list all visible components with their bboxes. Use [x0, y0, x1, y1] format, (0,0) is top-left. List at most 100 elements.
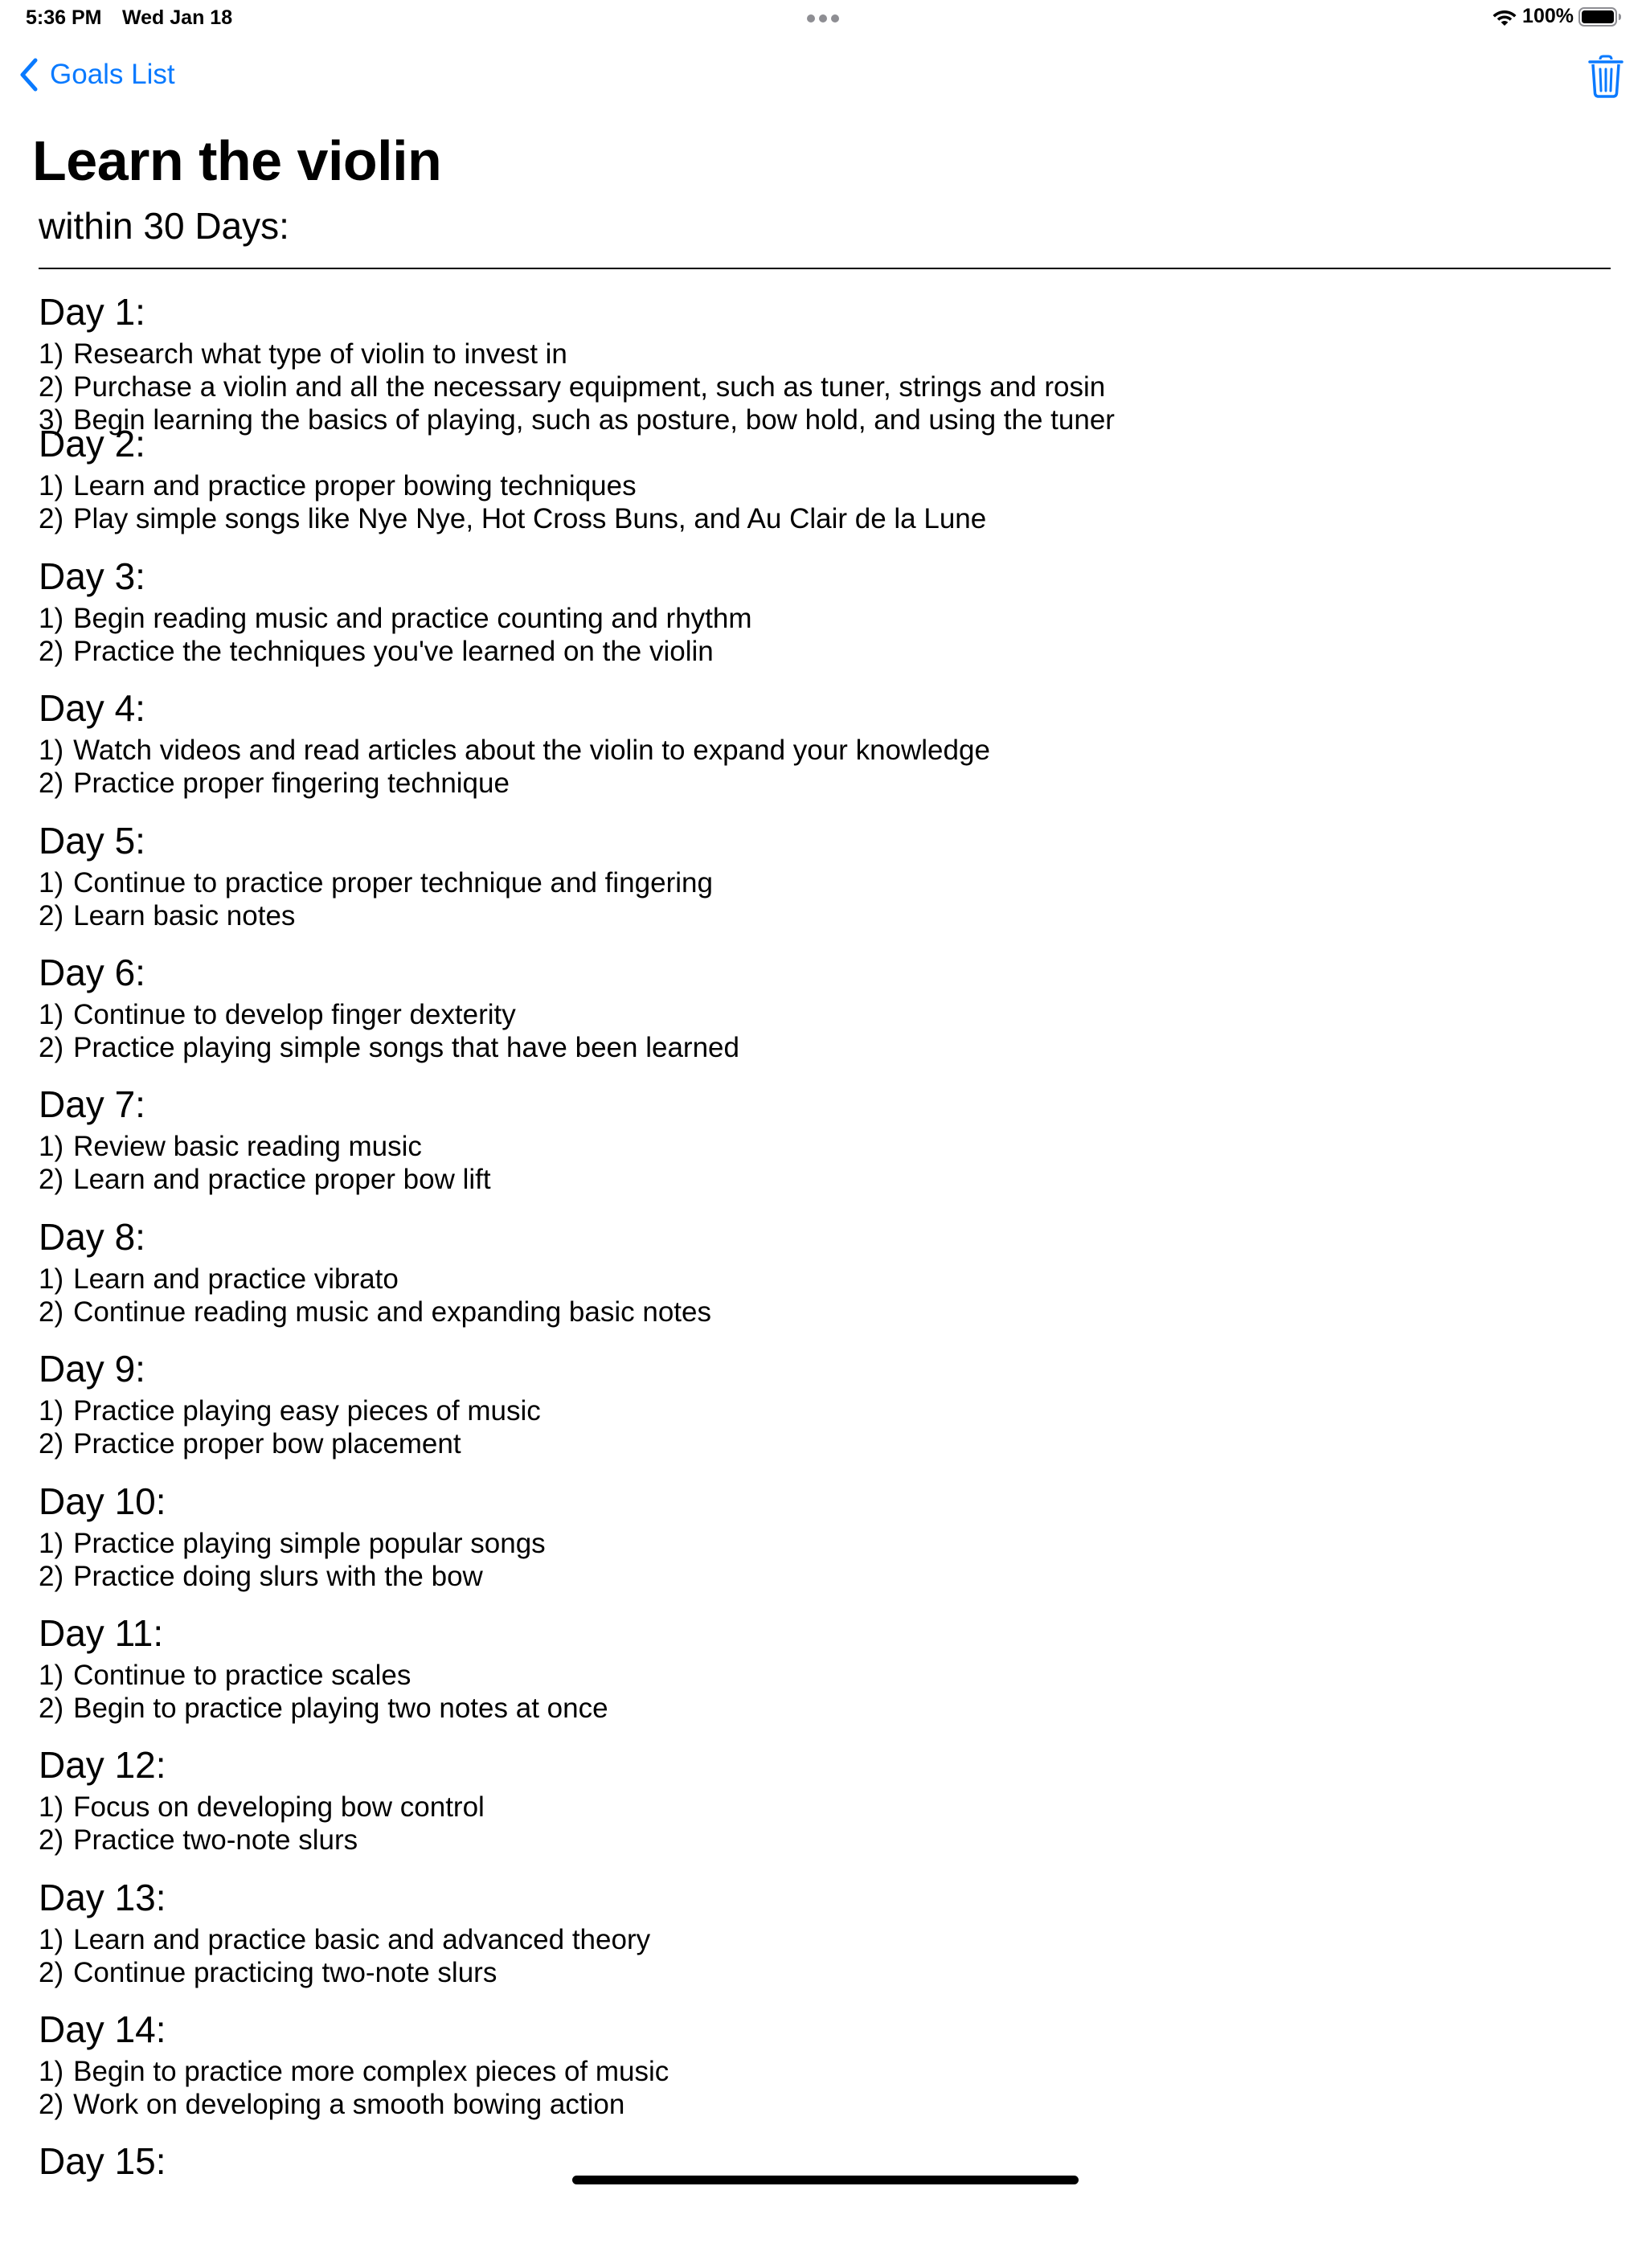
task-item: 1) Research what type of violin to invest… [39, 338, 1606, 370]
task-number: 1) [39, 1395, 64, 1427]
goal-timeframe: within 30 Days: [39, 205, 289, 247]
day-block: Day 3: 1) Begin reading music and practic… [39, 551, 1606, 682]
task-number: 2) [39, 635, 64, 667]
task-number: 1) [39, 1791, 64, 1824]
home-indicator[interactable] [572, 2176, 1079, 2184]
task-item: 2) Practice playing simple songs that hav… [39, 1031, 1606, 1064]
day-block: Day 1: 1) Research what type of violin to… [39, 286, 1606, 436]
task-number: 1) [39, 998, 64, 1030]
status-indicators: 100% [1492, 5, 1622, 28]
task-number: 2) [39, 371, 64, 403]
task-number: 2) [39, 1164, 64, 1196]
task-item: 2) Continue reading music and expanding b… [39, 1296, 1606, 1328]
multitasking-dots-icon[interactable] [807, 14, 839, 23]
task-item: 2) Learn and practice proper bow lift [39, 1163, 1606, 1196]
day-heading: Day 7: [39, 1083, 145, 1126]
task-number: 1) [39, 1659, 64, 1691]
day-block: Day 5: 1) Continue to practice proper tec… [39, 815, 1606, 947]
battery-icon [1578, 6, 1621, 27]
task-text: Practice playing simple songs that have … [73, 1031, 739, 1063]
day-block: Day 12: 1) Focus on developing bow contro… [39, 1739, 1606, 1871]
task-text: Learn and practice basic and advanced th… [73, 1923, 651, 1955]
task-text: Continue practicing two-note slurs [73, 1956, 497, 1988]
task-text: Play simple songs like Nye Nye, Hot Cros… [73, 503, 987, 535]
task-text: Learn and practice proper bowing techniq… [73, 470, 637, 502]
day-block: Day 2: 1) Learn and practice proper bowin… [39, 418, 1606, 550]
task-number: 1) [39, 1131, 64, 1163]
day-heading: Day 13: [39, 1876, 166, 1918]
task-text: Focus on developing bow control [73, 1791, 485, 1824]
day-block: Day 15: [39, 2135, 1606, 2267]
task-item: 1) Practice playing simple popular songs [39, 1527, 1606, 1560]
task-number: 2) [39, 1956, 64, 1988]
day-block: Day 13: 1) Learn and practice basic and a… [39, 1872, 1606, 2004]
task-text: Learn and practice proper bow lift [73, 1164, 491, 1196]
task-item: 1) Practice playing easy pieces of music [39, 1394, 1606, 1427]
task-item: 1) Focus on developing bow control [39, 1791, 1606, 1824]
task-number: 1) [39, 735, 64, 767]
day-block: Day 14: 1) Begin to practice more complex… [39, 2004, 1606, 2135]
task-number: 1) [39, 866, 64, 899]
task-text: Practice proper fingering technique [73, 768, 510, 800]
navigation-bar: Goals List [0, 48, 1646, 113]
status-date: Wed Jan 18 [122, 6, 233, 29]
back-button[interactable]: Goals List [19, 58, 175, 92]
day-block: Day 7: 1) Review basic reading music 2) Le… [39, 1079, 1606, 1210]
task-text: Work on developing a smooth bowing actio… [73, 2089, 625, 2121]
task-item: 1) Watch videos and read articles about t… [39, 734, 1606, 767]
task-number: 2) [39, 768, 64, 800]
day-heading: Day 1: [39, 291, 145, 333]
task-text: Continue to practice scales [73, 1659, 412, 1691]
day-block: Day 9: 1) Practice playing easy pieces of… [39, 1343, 1606, 1475]
day-block: Day 4: 1) Watch videos and read articles … [39, 682, 1606, 814]
task-number: 2) [39, 1428, 64, 1460]
task-item: 2) Practice proper fingering technique [39, 767, 1606, 800]
task-text: Review basic reading music [73, 1131, 422, 1163]
task-item: 1) Begin reading music and practice count… [39, 602, 1606, 635]
task-number: 1) [39, 470, 64, 502]
task-text: Practice the techniques you've learned o… [73, 635, 714, 667]
day-heading: Day 8: [39, 1215, 145, 1258]
task-number: 2) [39, 1692, 64, 1724]
task-text: Practice playing simple popular songs [73, 1527, 546, 1559]
task-item: 2) Learn basic notes [39, 899, 1606, 932]
task-number: 1) [39, 602, 64, 634]
task-item: 2) Purchase a violin and all the necessar… [39, 370, 1606, 403]
task-number: 1) [39, 1923, 64, 1955]
task-item: 2) Work on developing a smooth bowing act… [39, 2088, 1606, 2121]
task-text: Learn basic notes [73, 899, 296, 931]
day-heading: Day 12: [39, 1744, 166, 1787]
day-block: Day 6: 1) Continue to develop finger dext… [39, 947, 1606, 1079]
task-number: 2) [39, 1296, 64, 1328]
task-item: 2) Practice doing slurs with the bow [39, 1560, 1606, 1593]
battery-percentage: 100% [1522, 5, 1574, 27]
day-heading: Day 11: [39, 1611, 164, 1654]
day-heading: Day 6: [39, 951, 145, 993]
day-block: Day 10: 1) Practice playing simple popula… [39, 1476, 1606, 1607]
task-text: Begin to practice playing two notes at o… [73, 1692, 608, 1724]
day-heading: Day 9: [39, 1348, 145, 1390]
day-block: Day 8: 1) Learn and practice vibrato 2) Co… [39, 1211, 1606, 1343]
task-text: Practice proper bow placement [73, 1428, 461, 1460]
task-item: 1) Learn and practice proper bowing techn… [39, 469, 1606, 502]
task-number: 2) [39, 1824, 64, 1857]
task-item: 1) Continue to practice scales [39, 1659, 1606, 1692]
task-number: 2) [39, 503, 64, 535]
task-text: Learn and practice vibrato [73, 1263, 399, 1295]
task-item: 1) Continue to practice proper technique … [39, 866, 1606, 899]
task-text: Begin learning the basics of playing, su… [73, 404, 1115, 436]
task-number: 1) [39, 338, 64, 370]
delete-goal-button[interactable] [1588, 55, 1623, 98]
task-item: 1) Learn and practice basic and advanced … [39, 1923, 1606, 1956]
back-button-label: Goals List [50, 59, 175, 90]
task-number: 1) [39, 1527, 64, 1559]
day-heading: Day 5: [39, 819, 145, 862]
task-item: 2) Practice the techniques you've learned… [39, 635, 1606, 668]
status-time: 5:36 PM [26, 6, 102, 29]
task-item: 2) Practice proper bow placement [39, 1427, 1606, 1460]
task-item: 2) Play simple songs like Nye Nye, Hot Cr… [39, 502, 1606, 535]
task-text: Continue to practice proper technique an… [73, 866, 713, 899]
status-bar: 5:36 PM Wed Jan 18 100% [0, 0, 1646, 39]
task-number: 1) [39, 2056, 64, 2088]
day-plan-list: Day 1: 1) Research what type of violin to… [39, 286, 1606, 2268]
